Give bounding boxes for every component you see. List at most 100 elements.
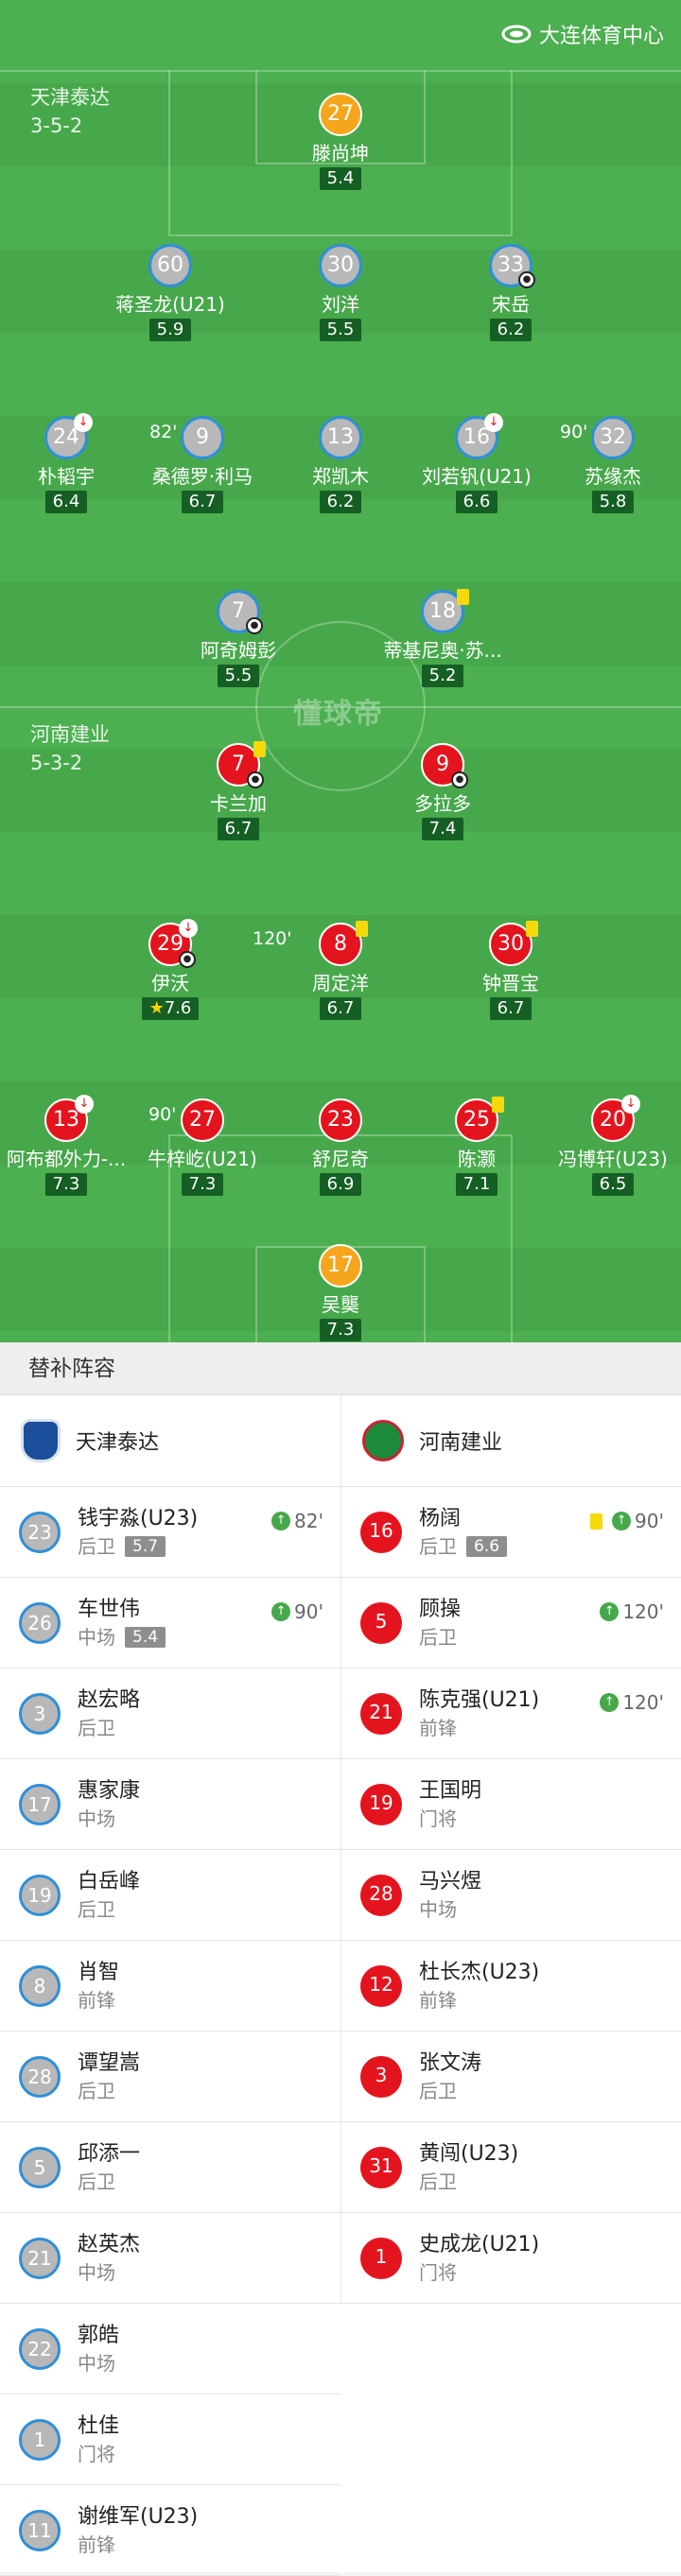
away-bench-row[interactable]: 19 王国明 门将 <box>341 1759 681 1850</box>
player-number: 23 <box>327 1108 354 1132</box>
bench-number: 16 <box>360 1511 402 1553</box>
home-player[interactable]: 32 苏缘杰 5.8 <box>533 416 681 513</box>
home-bench-row[interactable]: 17 惠家康 中场 <box>0 1759 340 1850</box>
player-number: 17 <box>327 1253 354 1277</box>
home-bench-row[interactable]: 22 郭皓 中场 <box>0 2304 340 2394</box>
player-rating: 6.9 <box>319 1173 362 1196</box>
bench-position-line: 中场 <box>78 2350 119 2377</box>
bench-position-line: 中场 <box>78 1806 140 1832</box>
away-bench-team-name: 河南建业 <box>419 1431 503 1455</box>
bench-info: 黄闯(U23) 后卫 <box>419 2140 518 2195</box>
home-bench-row[interactable]: 28 谭望嵩 后卫 <box>0 2031 340 2122</box>
player-number-badge: 33 ● <box>489 244 535 288</box>
player-number: 25 <box>463 1108 490 1132</box>
bench-player-name: 马兴煜 <box>419 1869 482 1893</box>
player-number: 20 <box>600 1108 626 1132</box>
bench-info: 白岳峰 后卫 <box>78 1868 140 1923</box>
player-name: 卡兰加 <box>210 792 267 815</box>
bench-position: 后卫 <box>78 1534 115 1558</box>
home-bench-team-name: 天津泰达 <box>76 1431 160 1455</box>
home-bench-row[interactable]: 26 车世伟 中场 5.4 ↑ 90' <box>0 1578 340 1668</box>
sub-in-time: 82' <box>294 1510 323 1532</box>
player-number-badge: 27 <box>319 93 362 136</box>
home-bench-row[interactable]: 5 邱添一 后卫 <box>0 2122 340 2213</box>
away-bench-row[interactable]: 1 史成龙(U21) 门将 <box>341 2213 681 2304</box>
player-rating-value: 5.2 <box>428 666 457 685</box>
home-bench-row[interactable]: 8 肖智 前锋 <box>0 1941 340 2031</box>
away-player[interactable]: 7 ● 卡兰加 6.7 <box>158 741 319 840</box>
player-name: 伊沃 <box>151 972 189 994</box>
sub-in-time: 120' <box>622 1691 664 1714</box>
away-bench-row[interactable]: 21 陈克强(U21) 前锋 ↑ 120' <box>341 1668 681 1759</box>
bench-info: 惠家康 中场 <box>78 1777 140 1832</box>
away-player[interactable]: 17 吴龑 7.3 <box>260 1244 421 1341</box>
home-player[interactable]: 18 蒂基尼奥·苏... 5.2 <box>362 589 523 687</box>
bench-position: 后卫 <box>419 2079 457 2102</box>
sub-off-icon: ↓ <box>74 413 93 432</box>
away-player[interactable]: 9 ● 多拉多 7.4 <box>362 743 523 840</box>
away-player[interactable]: 30 钟晋宝 6.7 <box>430 921 591 1020</box>
player-number-badge: 27 <box>181 1098 224 1142</box>
home-bench-row[interactable]: 19 白岳峰 后卫 <box>0 1850 340 1941</box>
player-name: 冯博轩(U23) <box>558 1148 668 1170</box>
home-bench-row[interactable]: 11 谢维军(U23) 前锋 <box>0 2485 340 2576</box>
home-player[interactable]: 33 ● 宋岳 6.2 <box>430 244 591 341</box>
player-rating: 6.2 <box>489 319 533 341</box>
away-player[interactable]: 8 周定洋 6.7 <box>260 921 421 1020</box>
away-bench-row[interactable]: 28 马兴煜 中场 <box>341 1850 681 1941</box>
player-rating: 6.7 <box>217 818 260 840</box>
player-number-badge: 32 <box>591 416 635 459</box>
player-number: 32 <box>600 425 626 449</box>
bench-position-line: 中场 <box>78 2259 140 2286</box>
player-rating-value: 6.7 <box>497 998 525 1018</box>
bench-number: 26 <box>19 1601 61 1644</box>
player-rating: 5.5 <box>217 665 260 687</box>
bench-player-name: 郭皓 <box>78 2323 120 2347</box>
bench-player-name: 邱添一 <box>78 2141 141 2166</box>
away-bench-row[interactable]: 31 黄闯(U23) 后卫 <box>341 2122 681 2213</box>
away-bench-row[interactable]: 12 杜长杰(U23) 前锋 <box>341 1941 681 2031</box>
player-rating: ★7.6 <box>141 997 200 1020</box>
player-number: 13 <box>53 1108 79 1132</box>
home-player[interactable]: 30 刘洋 5.5 <box>260 244 421 341</box>
away-bench-header[interactable]: 河南建业 <box>341 1395 681 1487</box>
goal-ball-icon: ● <box>247 771 264 788</box>
player-number-badge: 9 <box>181 416 224 459</box>
home-bench-row[interactable]: 23 钱宇淼(U23) 后卫 5.7 ↑ 82' <box>0 1487 340 1578</box>
away-bench-row[interactable]: 5 顾操 后卫 ↑ 120' <box>341 1578 681 1668</box>
bench-number: 11 <box>19 2509 61 2551</box>
sub-in-time: 90' <box>294 1600 323 1623</box>
home-player[interactable]: 9 桑德罗·利马 6.7 <box>122 416 283 513</box>
home-bench-row[interactable]: 21 赵英杰 中场 <box>0 2213 340 2304</box>
player-rating: 5.8 <box>591 491 635 513</box>
bench-position: 中场 <box>78 2260 115 2284</box>
bench-position-line: 前锋 <box>419 1715 539 1741</box>
player-rating-value: 7.3 <box>326 1320 355 1340</box>
bench-player-name: 史成龙(U21) <box>419 2232 540 2256</box>
sub-in-time: 120' <box>622 1600 664 1623</box>
player-rating: 5.4 <box>319 167 362 190</box>
home-bench-row[interactable]: 1 杜佳 门将 <box>0 2394 340 2485</box>
home-bench-header[interactable]: 天津泰达 <box>0 1395 340 1487</box>
away-player[interactable]: 20↓120' 冯博轩(U23) 6.5 <box>533 1095 681 1196</box>
home-player[interactable]: 27 滕尚坤 5.4 <box>260 93 421 190</box>
yellow-card-icon <box>590 1513 603 1530</box>
away-player[interactable]: 29 ● ↓ 120' 伊沃 ★7.6 <box>90 919 292 1020</box>
home-player[interactable]: 7 ● 阿奇姆彭 5.5 <box>158 590 319 687</box>
home-bench-row[interactable]: 3 赵宏略 后卫 <box>0 1668 340 1759</box>
away-player[interactable]: 27 牛梓屹(U21) 7.3 <box>122 1098 283 1196</box>
player-number-badge: 24 ↓ 82' <box>44 413 177 459</box>
bench-info: 张文涛 后卫 <box>419 2049 481 2104</box>
player-rating-value: 6.4 <box>52 492 80 511</box>
away-bench-row[interactable]: 3 张文涛 后卫 <box>341 2031 681 2122</box>
player-number-badge: 7 ● <box>217 741 266 788</box>
bench-position: 后卫 <box>419 1625 457 1649</box>
bench-info: 顾操 后卫 <box>419 1596 461 1651</box>
yellow-card-icon <box>253 741 266 757</box>
away-bench-row[interactable]: 16 杨阔 后卫 6.6 ↑ 90' <box>341 1487 681 1578</box>
home-player[interactable]: 60 蒋圣龙(U21) 5.9 <box>90 244 251 341</box>
home-bench: 天津泰达 23 钱宇淼(U23) 后卫 5.7 ↑ 82' 26 车世伟 中场 5.4 ↑ 90' 3 赵… <box>0 1395 340 2576</box>
bench-position: 后卫 <box>419 2170 457 2193</box>
bench-position: 门将 <box>419 1807 457 1830</box>
bench-position-line: 前锋 <box>78 1987 119 2014</box>
